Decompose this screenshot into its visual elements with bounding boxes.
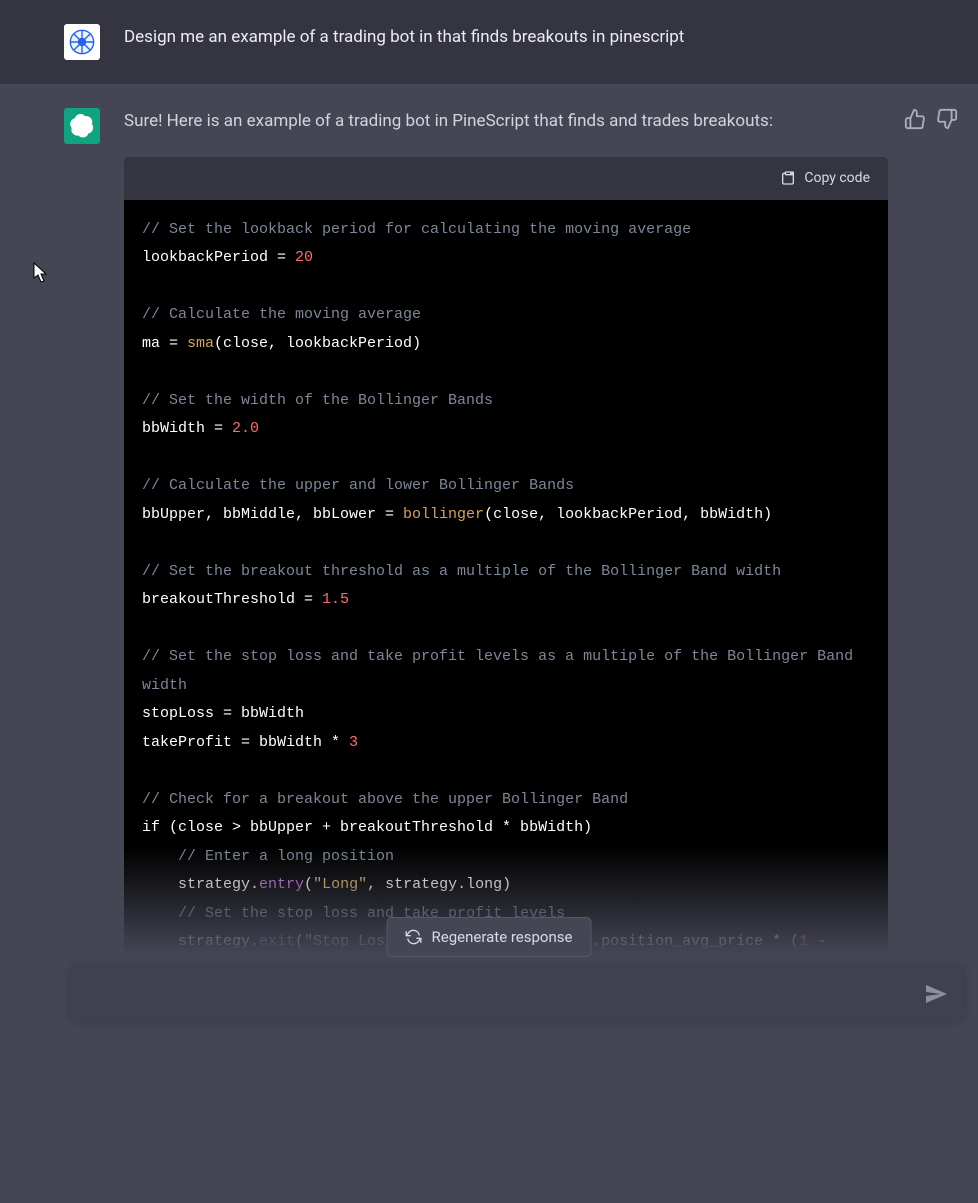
message-input[interactable] — [86, 985, 924, 1003]
regenerate-response-button[interactable]: Regenerate response — [387, 917, 592, 957]
code-content: // Set the lookback period for calculati… — [124, 200, 888, 1004]
user-message-row: Design me an example of a trading bot in… — [0, 0, 978, 84]
regenerate-label: Regenerate response — [432, 928, 573, 946]
copy-code-button[interactable]: Copy code — [780, 167, 870, 189]
clipboard-icon — [780, 170, 796, 186]
user-message-text: Design me an example of a trading bot in… — [124, 24, 978, 60]
assistant-message-row: Sure! Here is an example of a trading bo… — [0, 84, 978, 1203]
user-avatar — [64, 24, 100, 60]
code-block: Copy code // Set the lookback period for… — [124, 157, 888, 1003]
thumbs-down-button[interactable] — [936, 108, 958, 130]
assistant-intro-text: Sure! Here is an example of a trading bo… — [124, 111, 773, 131]
refresh-icon — [406, 929, 422, 945]
send-button[interactable] — [924, 982, 948, 1006]
assistant-message-content: Sure! Here is an example of a trading bo… — [124, 108, 978, 1003]
thumbs-up-button[interactable] — [904, 108, 926, 130]
send-icon — [924, 982, 948, 1006]
copy-code-label: Copy code — [804, 167, 870, 189]
code-block-header: Copy code — [124, 157, 888, 199]
assistant-avatar — [64, 108, 100, 144]
message-input-bar — [70, 967, 964, 1021]
